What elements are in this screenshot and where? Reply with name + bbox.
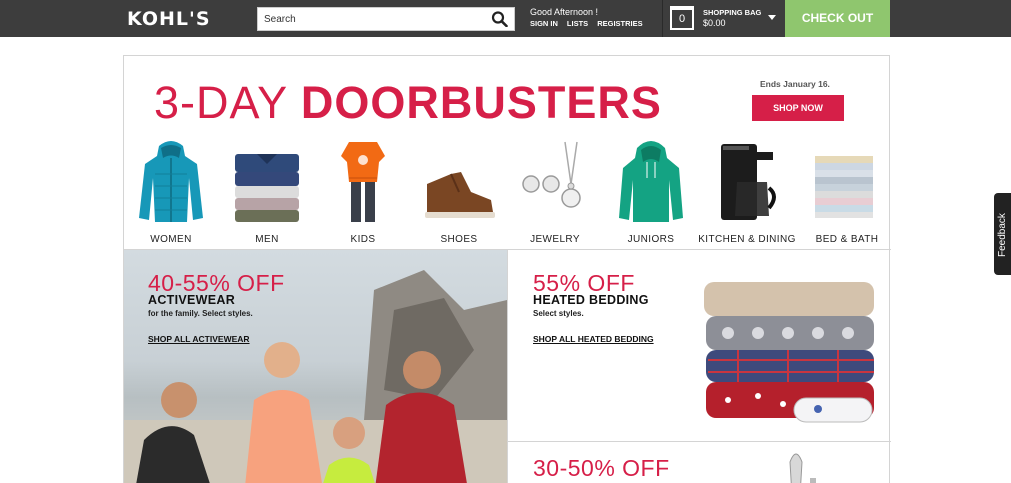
activewear-promo-tile[interactable]: 40-55% OFF ACTIVEWEAR for the family. Se…	[124, 250, 507, 483]
feedback-label: Feedback	[997, 213, 1008, 257]
promo-heading: ACTIVEWEAR	[148, 293, 236, 307]
registries-link[interactable]: REGISTRIES	[597, 19, 642, 28]
category-label: JUNIORS	[627, 234, 675, 245]
category-juniors[interactable]: JUNIORS	[611, 136, 691, 249]
puffer-jacket-icon	[139, 141, 203, 222]
hero-title-light: 3-DAY	[154, 77, 301, 128]
category-label: BED & BATH	[815, 234, 879, 245]
greeting-text: Good Afternoon !	[530, 7, 599, 17]
shop-heated-bedding-link[interactable]: SHOP ALL HEATED BEDDING	[533, 334, 654, 344]
hoodie-icon	[619, 141, 683, 222]
blanket-stack-image	[704, 282, 874, 423]
category-men[interactable]: MEN	[227, 136, 307, 249]
promo-subtext: for the family. Select styles.	[148, 309, 253, 318]
main-content: 3-DAY DOORBUSTERS Ends January 16. SHOP …	[123, 55, 891, 483]
category-jewelry[interactable]: JEWELRY	[515, 136, 595, 249]
header-divider	[662, 0, 663, 37]
category-kitchen-dining[interactable]: KITCHEN & DINING	[697, 136, 797, 249]
promo-subtext: Select styles.	[533, 309, 584, 318]
search-icon[interactable]	[491, 11, 509, 27]
earrings-necklace-icon	[522, 141, 581, 208]
chevron-down-icon[interactable]	[768, 15, 776, 20]
ends-date: Ends January 16.	[760, 79, 830, 89]
lists-link[interactable]: LISTS	[567, 19, 588, 28]
search-input[interactable]	[258, 8, 486, 30]
third-promo-tile[interactable]: 30-50% OFF	[508, 442, 891, 483]
promo-percent: 30-50% OFF	[533, 455, 670, 481]
shop-activewear-link[interactable]: SHOP ALL ACTIVEWEAR	[148, 334, 250, 344]
account-links: SIGN IN LISTS REGISTRIES	[530, 19, 643, 28]
boot-icon	[425, 172, 495, 218]
category-bed-bath[interactable]: BED & BATH	[807, 136, 887, 249]
category-kids[interactable]: KIDS	[323, 136, 403, 249]
top-header: KOHL'S Good Afternoon ! SIGN IN LISTS RE…	[0, 0, 1011, 37]
kids-outfit-icon	[341, 142, 385, 222]
towel-stack-icon	[815, 156, 873, 218]
search-box	[257, 7, 515, 31]
bag-total: $0.00	[703, 18, 726, 28]
folded-shirts-icon	[235, 154, 299, 222]
promo-heading: HEATED BEDDING	[533, 293, 649, 307]
kohls-logo[interactable]: KOHL'S	[127, 8, 211, 30]
heated-bedding-promo-tile[interactable]: 55% OFF HEATED BEDDING Select styles. SH…	[508, 250, 891, 441]
category-label: KIDS	[350, 234, 376, 245]
shopping-bag-label[interactable]: SHOPPING BAG	[703, 8, 761, 17]
category-label: MEN	[255, 234, 279, 245]
category-shoes[interactable]: SHOES	[419, 136, 499, 249]
checkout-button[interactable]: CHECK OUT	[785, 0, 890, 37]
category-label: WOMEN	[150, 234, 192, 245]
category-label: JEWELRY	[530, 234, 580, 245]
category-label: KITCHEN & DINING	[698, 234, 796, 245]
shopping-bag-icon[interactable]: 0	[670, 6, 694, 30]
kitchen-utensils-image	[789, 453, 816, 483]
hero-title[interactable]: 3-DAY DOORBUSTERS	[154, 77, 662, 129]
bag-count: 0	[678, 13, 686, 25]
feedback-tab[interactable]: Feedback	[994, 193, 1011, 275]
category-strip: WOMEN MEN KIDS SHOES JEWELRY JUNIORS KIT…	[124, 136, 891, 249]
category-women[interactable]: WOMEN	[131, 136, 211, 249]
sign-in-link[interactable]: SIGN IN	[530, 19, 558, 28]
category-label: SHOES	[440, 234, 478, 245]
hero-title-bold: DOORBUSTERS	[300, 77, 662, 128]
coffee-maker-icon	[721, 144, 776, 220]
shop-now-button[interactable]: SHOP NOW	[752, 95, 844, 121]
